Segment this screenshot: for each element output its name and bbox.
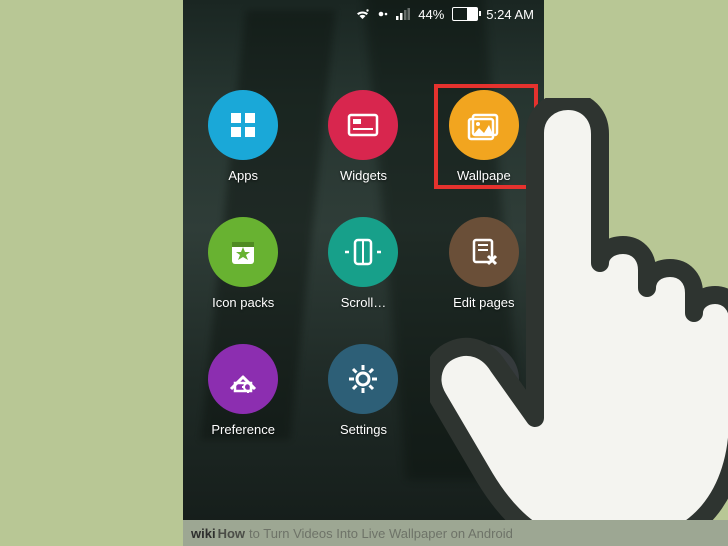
settings-icon [328, 344, 398, 414]
caption-brand: wiki [191, 526, 216, 541]
launcher-item-settings[interactable]: Settings [303, 344, 423, 437]
launcher-item-widgets[interactable]: Widgets [303, 90, 423, 183]
apps-icon [208, 90, 278, 160]
pointing-hand-icon [430, 98, 728, 546]
launcher-item-iconpacks[interactable]: Icon packs [183, 217, 303, 310]
battery-label: 44% [418, 7, 444, 22]
signal-icon [396, 8, 410, 20]
launcher-item-label: Icon packs [212, 295, 274, 310]
toggle-icon [378, 9, 388, 19]
launcher-item-label: Scroll… [341, 295, 387, 310]
launcher-item-scroll[interactable]: Scroll… [303, 217, 423, 310]
preference-icon [208, 344, 278, 414]
launcher-item-label: Widgets [340, 168, 387, 183]
launcher-item-label: Apps [228, 168, 258, 183]
launcher-item-label: Preference [211, 422, 275, 437]
status-bar: 44% 5:24 AM [183, 0, 544, 28]
caption-title: to Turn Videos Into Live Wallpaper on An… [249, 526, 513, 541]
scroll-icon [328, 217, 398, 287]
widgets-icon [328, 90, 398, 160]
clock: 5:24 AM [486, 7, 534, 22]
battery-icon [452, 7, 478, 21]
launcher-item-label: Settings [340, 422, 387, 437]
launcher-item-preference[interactable]: Preference [183, 344, 303, 437]
caption-bar: wiki How to Turn Videos Into Live Wallpa… [183, 520, 728, 546]
caption-how: How [218, 526, 245, 541]
iconpacks-icon [208, 217, 278, 287]
launcher-item-apps[interactable]: Apps [183, 90, 303, 183]
wifi-icon [355, 8, 370, 20]
